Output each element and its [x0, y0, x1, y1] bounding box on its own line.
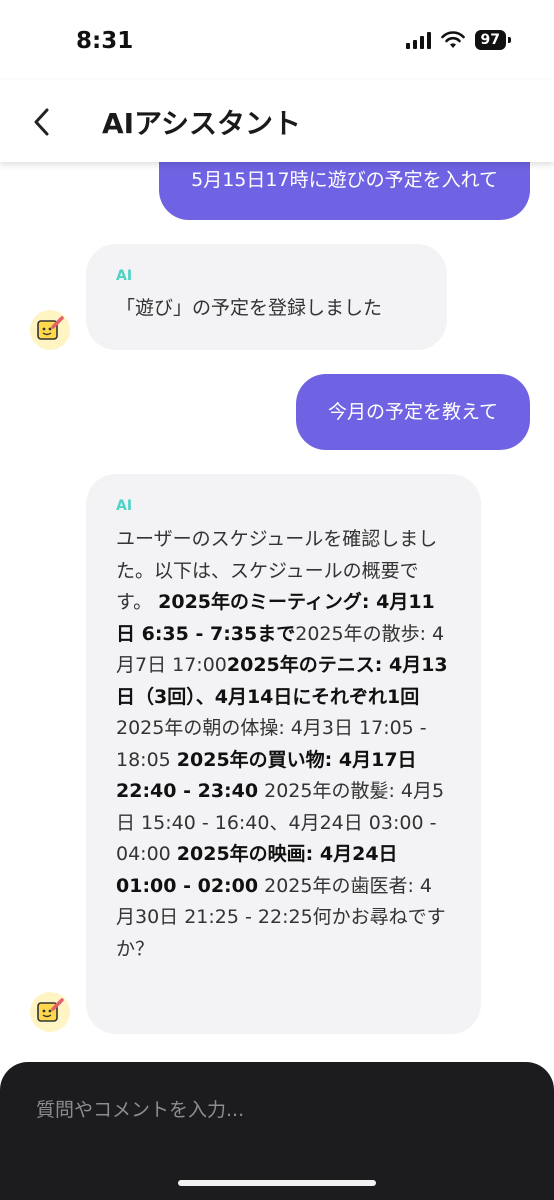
chat-area[interactable]: 5月15日17時に遊びの予定を入れて AI 「遊び」の予定を登録しました 今月の… [0, 162, 554, 1062]
ai-message: AI 「遊び」の予定を登録しました [86, 244, 447, 350]
ai-label: AI [116, 268, 133, 284]
wifi-icon [440, 31, 465, 48]
user-message: 今月の予定を教えて [295, 374, 530, 450]
cellular-signal-icon [405, 31, 431, 49]
ai-message: AI ユーザーのスケジュールを確認しました。以下は、スケジュールの概要です。 2… [86, 474, 481, 1034]
message-input[interactable] [34, 1094, 518, 1126]
back-button[interactable] [24, 102, 60, 142]
chevron-left-icon [34, 108, 49, 136]
smiling-notepad-pencil-icon [37, 316, 64, 340]
status-bar: 8:31 97 [0, 0, 554, 80]
user-message-text: 今月の予定を教えて [327, 401, 498, 423]
app-header: AIアシスタント [0, 80, 554, 162]
status-time: 8:31 [76, 28, 134, 54]
user-message: 5月15日17時に遊びの予定を入れて [159, 162, 530, 220]
ai-avatar [30, 310, 70, 350]
status-icons: 97 [405, 30, 512, 50]
smiling-notepad-pencil-icon [37, 998, 64, 1022]
home-indicator[interactable] [178, 1180, 376, 1186]
ai-avatar [30, 992, 70, 1032]
battery-indicator: 97 [474, 30, 512, 50]
ai-message-text: 「遊び」の予定を登録しました [116, 297, 383, 319]
ai-label: AI [116, 498, 133, 514]
page-title: AIアシスタント [102, 107, 301, 140]
user-message-text: 5月15日17時に遊びの予定を入れて [191, 169, 498, 191]
ai-message-text: ユーザーのスケジュールを確認しました。以下は、スケジュールの概要です。 2025… [116, 524, 449, 965]
